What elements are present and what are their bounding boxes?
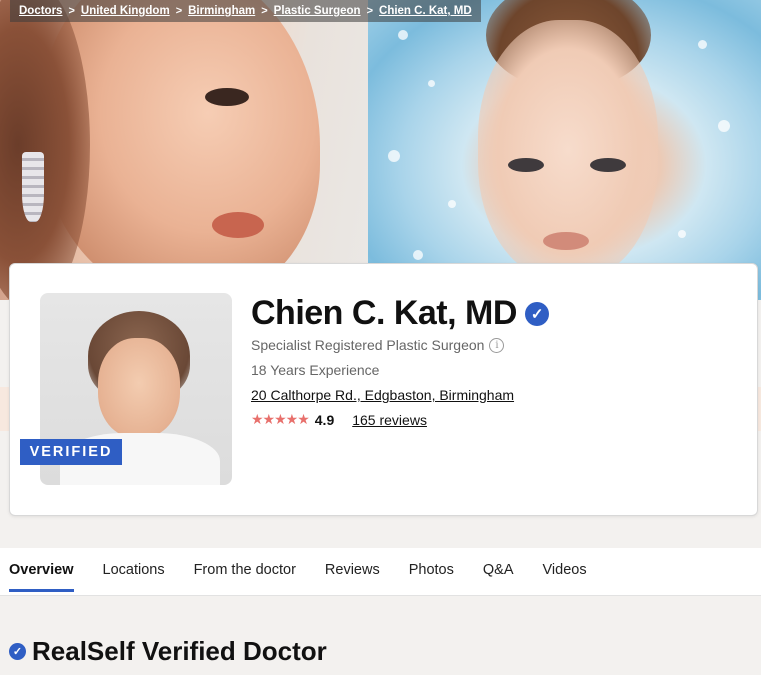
tab-locations[interactable]: Locations	[103, 562, 165, 592]
tab-photos[interactable]: Photos	[409, 562, 454, 592]
verified-badge: VERIFIED	[20, 439, 122, 465]
breadcrumb-country[interactable]: United Kingdom	[81, 5, 170, 17]
tab-qa[interactable]: Q&A	[483, 562, 514, 592]
breadcrumb-separator: >	[261, 5, 268, 17]
breadcrumb-doctor[interactable]: Chien C. Kat, MD	[379, 5, 472, 17]
tab-from-the-doctor[interactable]: From the doctor	[194, 562, 296, 592]
reviews-link[interactable]: 165 reviews	[352, 412, 427, 428]
breadcrumb-city[interactable]: Birmingham	[188, 5, 255, 17]
star-rating-icons: ★★★★★	[251, 411, 310, 427]
doctor-name: Chien C. Kat, MD ✓	[251, 294, 549, 333]
hero-banner	[0, 0, 761, 300]
doctor-name-text: Chien C. Kat, MD	[251, 294, 517, 332]
tab-videos[interactable]: Videos	[543, 562, 587, 592]
breadcrumb-separator: >	[366, 5, 374, 17]
tab-overview[interactable]: Overview	[9, 562, 74, 592]
breadcrumb-specialty[interactable]: Plastic Surgeon	[274, 5, 361, 17]
section-title-text: RealSelf Verified Doctor	[32, 636, 327, 666]
breadcrumb: Doctors > United Kingdom > Birmingham > …	[10, 0, 481, 22]
tab-reviews[interactable]: Reviews	[325, 562, 380, 592]
info-icon[interactable]: i	[489, 337, 505, 353]
years-experience: 18 Years Experience	[251, 362, 380, 378]
breadcrumb-separator: >	[68, 5, 75, 17]
specialty-text: Specialist Registered Plastic Surgeon	[251, 337, 485, 353]
hero-image-right	[368, 0, 761, 300]
rating-row: ★★★★★ 4.9 165 reviews	[251, 411, 427, 428]
tab-bar: Overview Locations From the doctor Revie…	[0, 548, 761, 596]
hero-image-left	[0, 0, 368, 300]
address-link[interactable]: 20 Calthorpe Rd., Edgbaston, Birmingham	[251, 387, 514, 403]
breadcrumb-doctors[interactable]: Doctors	[19, 5, 62, 17]
verified-check-icon: ✓	[9, 643, 26, 660]
profile-card: VERIFIED Chien C. Kat, MD ✓ Specialist R…	[9, 263, 758, 516]
specialty: Specialist Registered Plastic Surgeon i	[251, 337, 505, 353]
rating-value: 4.9	[314, 411, 335, 428]
section-title: ✓ RealSelf Verified Doctor	[9, 636, 327, 667]
verified-check-icon: ✓	[524, 301, 549, 326]
breadcrumb-separator: >	[175, 5, 183, 17]
